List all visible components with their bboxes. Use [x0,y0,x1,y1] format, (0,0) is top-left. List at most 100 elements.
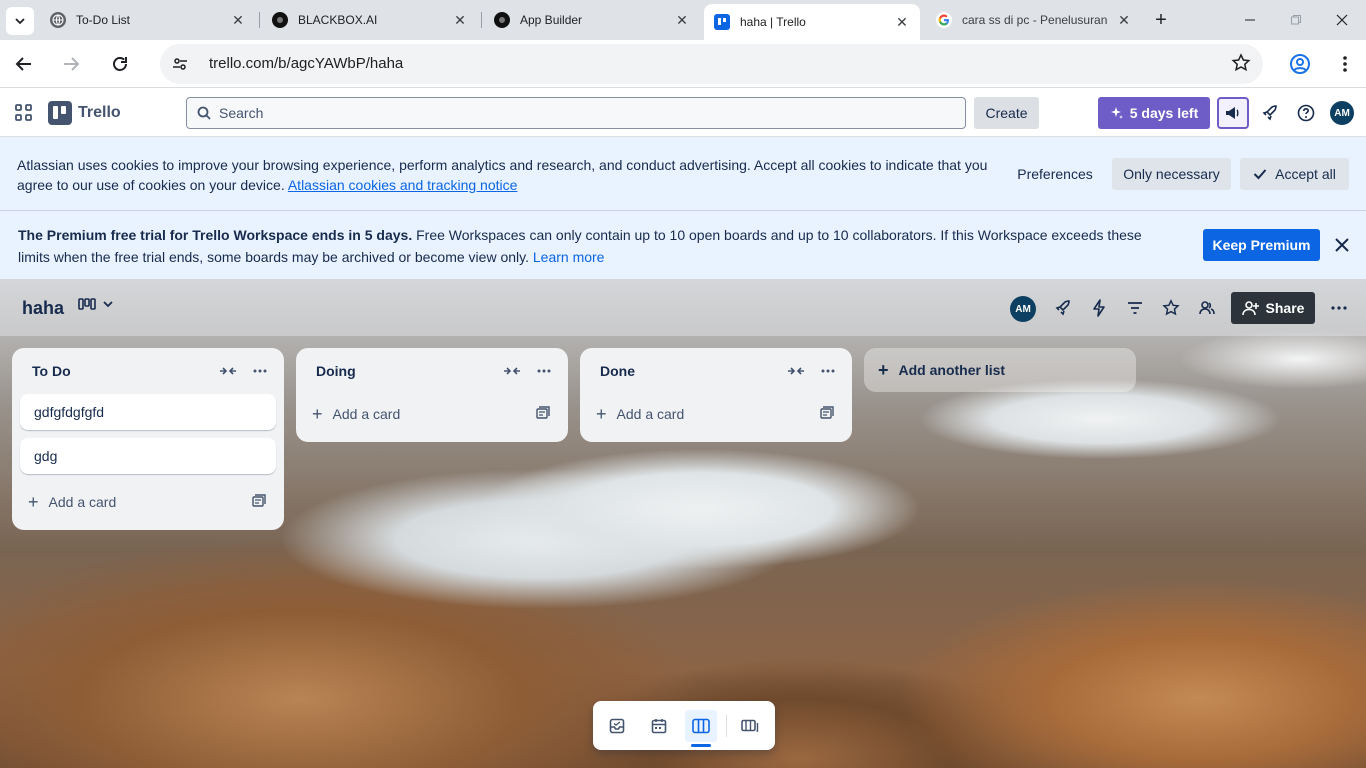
notifications-button[interactable] [1254,97,1286,129]
card[interactable]: gdfgfdgfgfd [20,394,276,430]
collapse-list-icon[interactable] [784,360,808,382]
close-tab-icon[interactable]: ✕ [230,12,246,29]
tab-search-button[interactable] [6,7,34,35]
browser-tab-google[interactable]: cara ss di pc - Penelusuran ✕ [926,6,1142,34]
close-icon [1336,14,1348,26]
list-title[interactable]: Done [600,363,635,379]
only-necessary-button[interactable]: Only necessary [1112,158,1231,190]
new-tab-button[interactable]: + [1149,8,1173,32]
add-card-button[interactable]: + Add a card [304,394,560,434]
tab-title: cara ss di pc - Penelusuran [962,13,1108,27]
automation-button[interactable] [1083,292,1115,324]
board-menu-button[interactable] [1323,292,1355,324]
more-icon [1331,306,1347,310]
chevron-down-icon [103,301,113,308]
tab-title: BLACKBOX.AI [298,13,378,27]
restore-button[interactable] [1284,8,1308,32]
cookie-banner: Atlassian uses cookies to improve your b… [0,137,1366,211]
inbox-view-button[interactable] [601,710,633,742]
list-doing: Doing + Add a card [296,348,568,442]
add-card-button[interactable]: + Add a card [20,482,276,522]
site-info-icon[interactable] [168,52,192,76]
premium-trial-banner: The Premium free trial for Trello Worksp… [0,211,1366,279]
trello-logo[interactable]: Trello [48,101,121,125]
card-template-icon[interactable] [820,406,836,422]
close-banner-button[interactable] [1330,233,1354,257]
profile-button[interactable] [1286,50,1314,78]
minimize-button[interactable] [1238,8,1262,32]
close-window-button[interactable] [1330,8,1354,32]
collapse-list-icon[interactable] [216,360,240,382]
browser-tab-app-builder[interactable]: App Builder ✕ [484,6,700,34]
browser-menu-button[interactable] [1331,50,1359,78]
visibility-button[interactable] [1191,292,1223,324]
power-ups-button[interactable] [1047,292,1079,324]
trello-icon [714,14,730,30]
list-title[interactable]: To Do [32,363,71,379]
list-done: Done + Add a card [580,348,852,442]
filter-button[interactable] [1119,292,1151,324]
close-tab-icon[interactable]: ✕ [674,12,690,29]
back-button[interactable] [10,50,38,78]
list-menu-icon[interactable] [816,360,840,382]
board-view-switcher[interactable] [78,297,114,311]
app-switcher-icon[interactable] [14,103,34,123]
board-canvas: haha AM Share To Do gdfgfdgfgfd gdg + Ad… [0,279,1366,768]
list-title[interactable]: Doing [316,363,356,379]
minimize-icon [1245,19,1255,21]
collapse-list-icon[interactable] [500,360,524,382]
planner-view-button[interactable] [643,710,675,742]
announcements-button[interactable] [1217,97,1249,129]
close-tab-icon[interactable]: ✕ [1116,12,1132,29]
board-view-icon [78,298,96,310]
star-board-button[interactable] [1155,292,1187,324]
restore-icon [1291,15,1301,25]
add-card-label: Add a card [616,406,685,422]
create-button[interactable]: Create [974,97,1039,129]
add-list-button[interactable]: + Add another list [864,348,1136,392]
avatar[interactable]: AM [1330,101,1354,125]
reload-button[interactable] [106,50,134,78]
close-tab-icon[interactable]: ✕ [452,12,468,29]
add-card-label: Add a card [332,406,401,422]
keep-premium-button[interactable]: Keep Premium [1203,229,1320,261]
card-template-icon[interactable] [536,406,552,422]
board-title[interactable]: haha [22,298,64,319]
switch-boards-button[interactable] [734,710,766,742]
trello-logo-icon [48,101,72,125]
bookmark-star-icon[interactable] [1231,53,1251,76]
list-menu-icon[interactable] [532,360,556,382]
card-template-icon[interactable] [252,494,268,510]
trial-days-button[interactable]: 5 days left [1098,97,1210,129]
accept-all-button[interactable]: Accept all [1240,158,1349,190]
filter-icon [1128,302,1142,314]
arrow-left-icon [15,57,31,71]
card[interactable]: gdg [20,438,276,474]
tab-title: To-Do List [76,13,131,27]
browser-tab-trello[interactable]: haha | Trello ✕ [704,4,920,40]
board-member-avatar[interactable]: AM [1010,296,1036,322]
search-icon [197,106,211,120]
lightning-icon [1093,299,1105,317]
view-switcher-bar [593,701,775,750]
board-view-button[interactable] [685,710,717,747]
app-builder-icon [494,12,510,28]
forward-button[interactable] [57,50,85,78]
cookie-notice-link[interactable]: Atlassian cookies and tracking notice [288,177,518,193]
browser-tab-blackbox[interactable]: BLACKBOX.AI ✕ [262,6,478,34]
address-bar[interactable]: trello.com/b/agcYAWbP/haha [160,44,1263,84]
list-menu-icon[interactable] [248,360,272,382]
add-card-button[interactable]: + Add a card [588,394,844,434]
browser-toolbar: trello.com/b/agcYAWbP/haha [0,40,1366,88]
calendar-icon [651,719,667,734]
browser-tab-todo[interactable]: To-Do List ✕ [40,6,256,34]
learn-more-link[interactable]: Learn more [533,249,605,265]
plus-icon: + [596,404,607,424]
close-tab-icon[interactable]: ✕ [894,14,910,31]
search-input[interactable]: Search [186,97,966,129]
preferences-button[interactable]: Preferences [1008,158,1102,190]
tab-title: haha | Trello [740,15,806,29]
help-button[interactable] [1290,97,1322,129]
share-button[interactable]: Share [1231,292,1315,324]
list-header: Doing [296,348,568,394]
